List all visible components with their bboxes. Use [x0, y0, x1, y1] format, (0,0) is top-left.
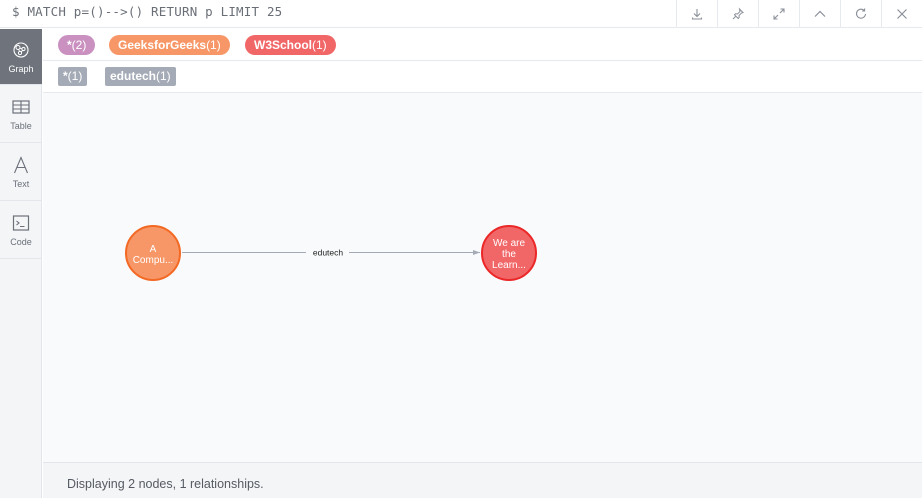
- expand-icon: [773, 8, 785, 20]
- graph-svg: edutech A Compu... We are the Learn...: [125, 225, 537, 281]
- download-icon: [691, 9, 703, 20]
- relationship-count: (1): [67, 69, 83, 83]
- relationship-name: edutech: [110, 69, 157, 83]
- node-caption-line: A: [150, 244, 157, 255]
- tab-text-label: Text: [12, 178, 30, 189]
- query-bar: $ MATCH p=()-->() RETURN p LIMIT 25: [0, 0, 922, 28]
- node-label-geeksforgeeks-pill[interactable]: GeeksforGeeks(1): [109, 35, 230, 55]
- tab-graph-label: Graph: [8, 63, 34, 74]
- tab-table-label: Table: [10, 120, 32, 131]
- node-caption-line: We are: [493, 238, 525, 249]
- node-label-count: (1): [206, 38, 221, 52]
- node-caption-line: Learn...: [492, 260, 526, 271]
- rerun-icon: [855, 8, 867, 19]
- graph-canvas[interactable]: edutech A Compu... We are the Learn...: [43, 93, 922, 462]
- graph-icon: [13, 41, 29, 58]
- relationship-edge[interactable]: edutech: [182, 248, 480, 258]
- node-w3school[interactable]: We are the Learn...: [481, 225, 537, 281]
- tab-text[interactable]: Text: [0, 143, 42, 201]
- pin-button[interactable]: [717, 0, 758, 28]
- table-icon: [12, 99, 30, 114]
- status-bar: Displaying 2 nodes, 1 relationships.: [43, 462, 922, 498]
- node-label-count: (2): [71, 38, 87, 52]
- node-label-name: GeeksforGeeks: [118, 38, 207, 52]
- pin-icon: [732, 7, 744, 20]
- fullscreen-button[interactable]: [758, 0, 799, 28]
- relationship-type-legend: *(1) edutech(1): [43, 61, 922, 93]
- close-icon: [897, 9, 907, 19]
- query-text[interactable]: $ MATCH p=()-->() RETURN p LIMIT 25: [12, 4, 282, 19]
- node-caption-line: Compu...: [133, 255, 174, 266]
- node-label-count: (1): [312, 38, 327, 52]
- node-geeksforgeeks[interactable]: A Compu...: [125, 225, 181, 281]
- node-label-w3school-pill[interactable]: W3School(1): [245, 35, 336, 55]
- view-sidebar: Graph Table Text Code: [0, 29, 42, 498]
- node-label-all-pill[interactable]: *(2): [58, 35, 96, 55]
- relationship-count: (1): [156, 69, 171, 83]
- code-icon: [12, 214, 30, 231]
- tab-graph[interactable]: Graph: [0, 29, 42, 85]
- tab-table[interactable]: Table: [0, 85, 42, 143]
- collapse-icon: [814, 10, 826, 17]
- node-label-legend: *(2) GeeksforGeeks(1) W3School(1): [43, 29, 922, 61]
- tab-code[interactable]: Code: [0, 201, 42, 259]
- rerun-button[interactable]: [840, 0, 881, 28]
- text-icon: [13, 155, 29, 173]
- node-label-name: W3School: [254, 38, 313, 52]
- frame-actions: [676, 0, 922, 28]
- download-button[interactable]: [676, 0, 717, 28]
- relationship-edutech-tag[interactable]: edutech(1): [105, 67, 176, 86]
- tab-code-label: Code: [10, 236, 32, 247]
- collapse-button[interactable]: [799, 0, 840, 28]
- status-text: Displaying 2 nodes, 1 relationships.: [67, 477, 264, 491]
- node-caption-line: the: [502, 249, 516, 260]
- relationship-label: edutech: [313, 248, 344, 258]
- close-button[interactable]: [881, 0, 922, 28]
- relationship-all-tag[interactable]: *(1): [58, 67, 88, 86]
